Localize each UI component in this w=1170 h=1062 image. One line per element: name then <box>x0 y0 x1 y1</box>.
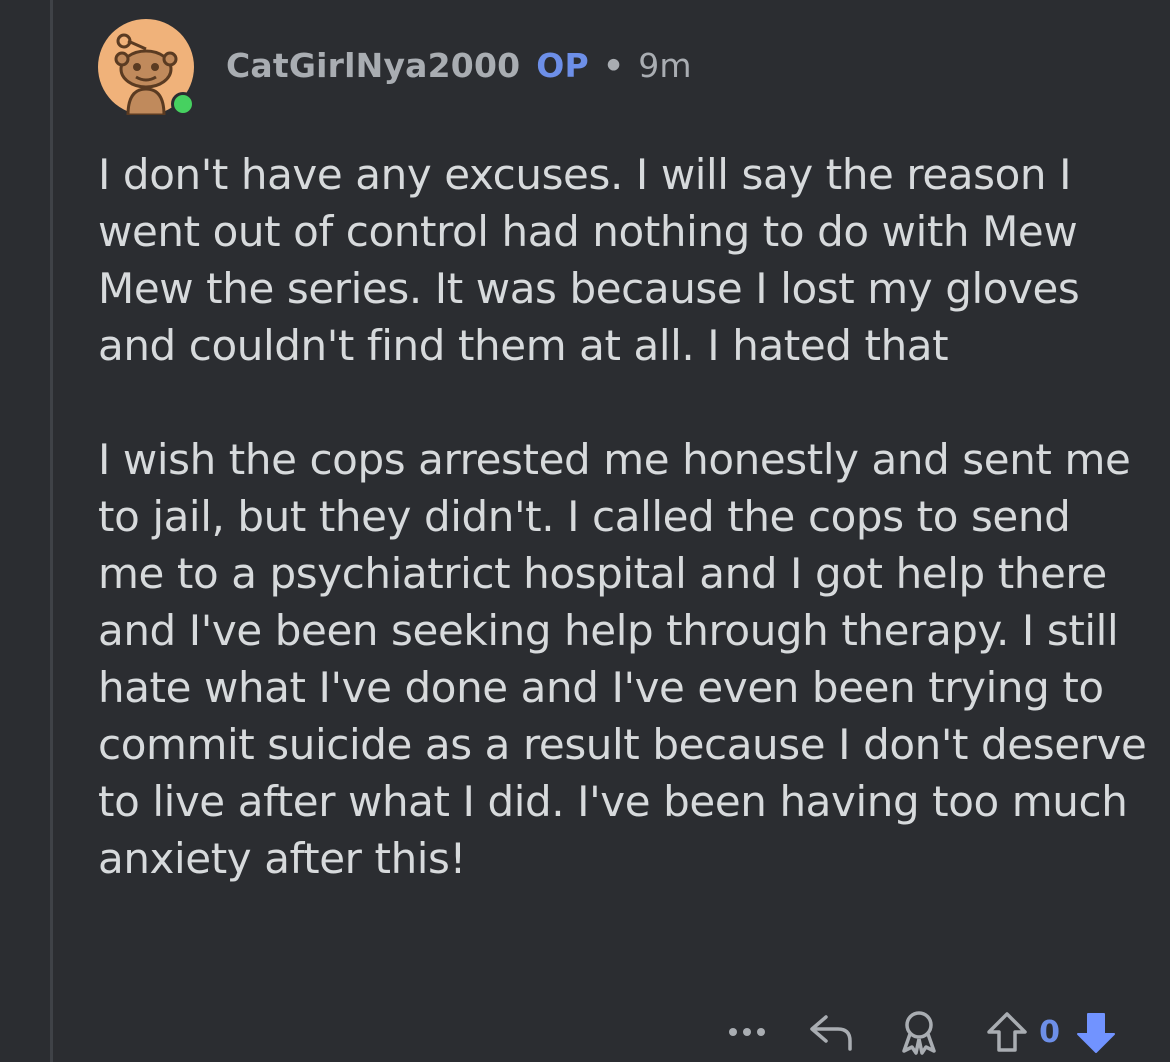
avatar[interactable] <box>98 19 195 116</box>
timestamp: 9m <box>638 45 692 85</box>
op-badge: OP <box>536 45 589 85</box>
award-ribbon-icon <box>902 1011 936 1055</box>
upvote-button[interactable] <box>983 1008 1031 1056</box>
comment-paragraph-2: I wish the cops arrested me honestly and… <box>98 435 1147 883</box>
vote-count: 0 <box>1039 1014 1060 1050</box>
comment-header: CatGirlNya2000 OP • 9m <box>98 18 1148 116</box>
downvote-arrow-icon <box>1077 1013 1115 1053</box>
username-link[interactable]: CatGirlNya2000 <box>226 46 520 85</box>
more-dots-icon <box>729 1028 766 1036</box>
reply-arrow-icon <box>810 1015 852 1051</box>
reply-button[interactable] <box>807 1008 855 1056</box>
award-button[interactable] <box>895 1008 943 1056</box>
downvote-button[interactable] <box>1072 1008 1120 1056</box>
online-status-dot <box>171 92 195 116</box>
comment-actions: 0 <box>727 1008 1120 1056</box>
more-options-button[interactable] <box>727 1012 767 1052</box>
comment: CatGirlNya2000 OP • 9m I don't have any … <box>98 18 1148 887</box>
thread-line[interactable] <box>50 0 53 1062</box>
comment-meta: CatGirlNya2000 OP • 9m <box>226 46 692 85</box>
meta-separator: • <box>602 45 625 85</box>
comment-paragraph-1: I don't have any excuses. I will say the… <box>98 150 1080 370</box>
upvote-arrow-icon <box>987 1012 1027 1052</box>
comment-body: I don't have any excuses. I will say the… <box>98 146 1148 887</box>
